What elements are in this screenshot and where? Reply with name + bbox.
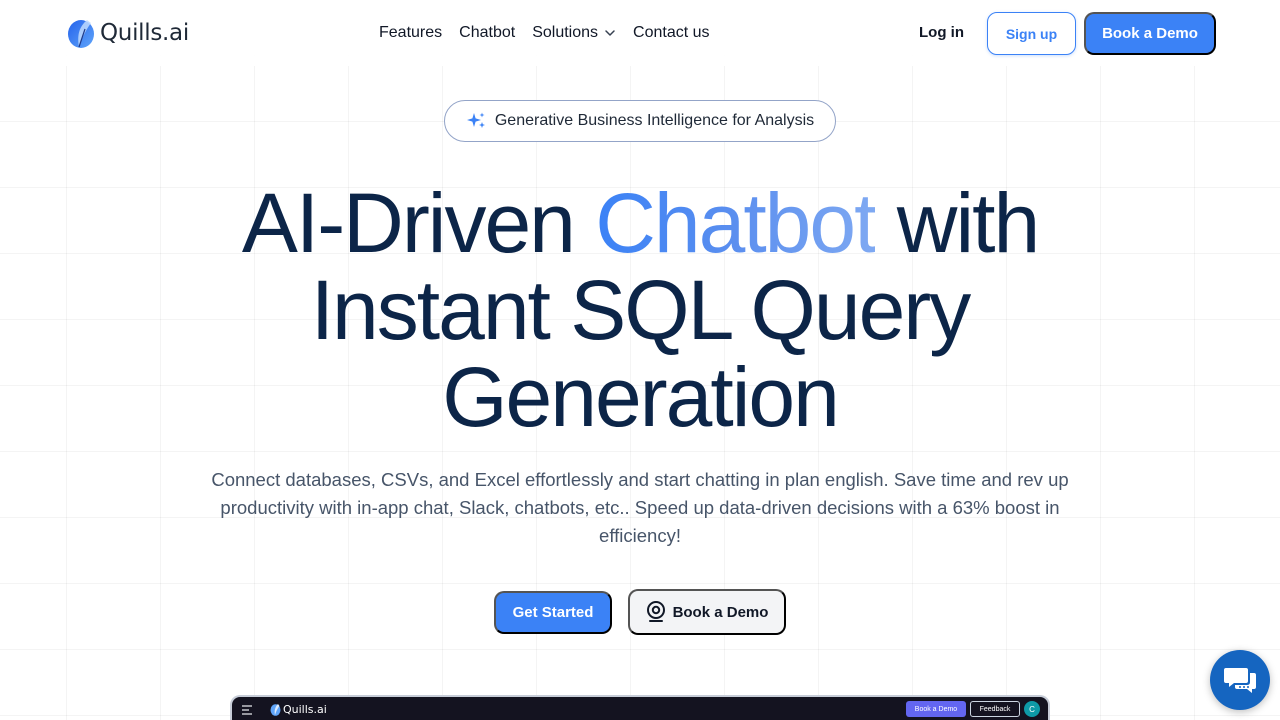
main-nav: Features Chatbot Solutions Contact us: [379, 24, 710, 42]
quill-logo-icon: [270, 704, 281, 716]
badge-text: Generative Business Intelligence for Ana…: [494, 112, 815, 129]
feature-badge: Generative Business Intelligence for Ana…: [444, 100, 836, 142]
sparkle-icon: [466, 112, 485, 128]
logo-text: Quills.ai: [100, 20, 189, 46]
nav-item-contact-us[interactable]: Contact us: [633, 24, 709, 42]
nav-item-label: Chatbot: [459, 24, 516, 41]
headline-text: AI-Driven: [241, 176, 596, 270]
avatar[interactable]: C: [1024, 701, 1040, 717]
chat-bubble-icon: [1224, 668, 1256, 693]
preview-logo: Quills.ai: [270, 703, 327, 716]
login-link[interactable]: Log in: [919, 24, 964, 41]
hero-subtitle: Connect databases, CSVs, and Excel effor…: [211, 469, 1069, 546]
preview-logo-text: Quills.ai: [283, 703, 327, 716]
webcam-icon: [646, 601, 665, 622]
top-navbar: Quills.ai Features Chatbot Solutions Con…: [0, 0, 1280, 66]
nav-item-label: Contact us: [633, 24, 710, 41]
app-preview: Quills.ai Book a Demo Feedback C: [230, 695, 1050, 720]
nav-item-solutions[interactable]: Solutions: [532, 24, 616, 42]
logo[interactable]: Quills.ai: [67, 17, 189, 49]
chat-widget-button[interactable]: [1210, 650, 1270, 710]
get-started-button[interactable]: Get Started: [494, 591, 612, 634]
preview-feedback-button[interactable]: Feedback: [970, 701, 1020, 717]
headline-accent: Chatbot: [595, 176, 877, 270]
signup-button[interactable]: Sign up: [987, 12, 1076, 55]
nav-item-features[interactable]: Features: [379, 24, 442, 42]
nav-item-label: Solutions: [532, 24, 599, 41]
nav-item-label: Features: [379, 24, 443, 41]
quill-logo-icon: [68, 20, 94, 48]
preview-book-demo-button[interactable]: Book a Demo: [906, 701, 966, 717]
nav-item-chatbot[interactable]: Chatbot: [459, 24, 515, 42]
hero-book-demo-button[interactable]: Book a Demo: [628, 589, 786, 635]
button-label: Book a Demo: [672, 603, 769, 621]
hero-headline: AI-Driven Chatbot with Instant SQL Query…: [140, 180, 1140, 441]
chevron-down-icon: [605, 30, 615, 36]
menu-icon: [242, 705, 252, 715]
book-demo-button[interactable]: Book a Demo: [1084, 12, 1216, 55]
